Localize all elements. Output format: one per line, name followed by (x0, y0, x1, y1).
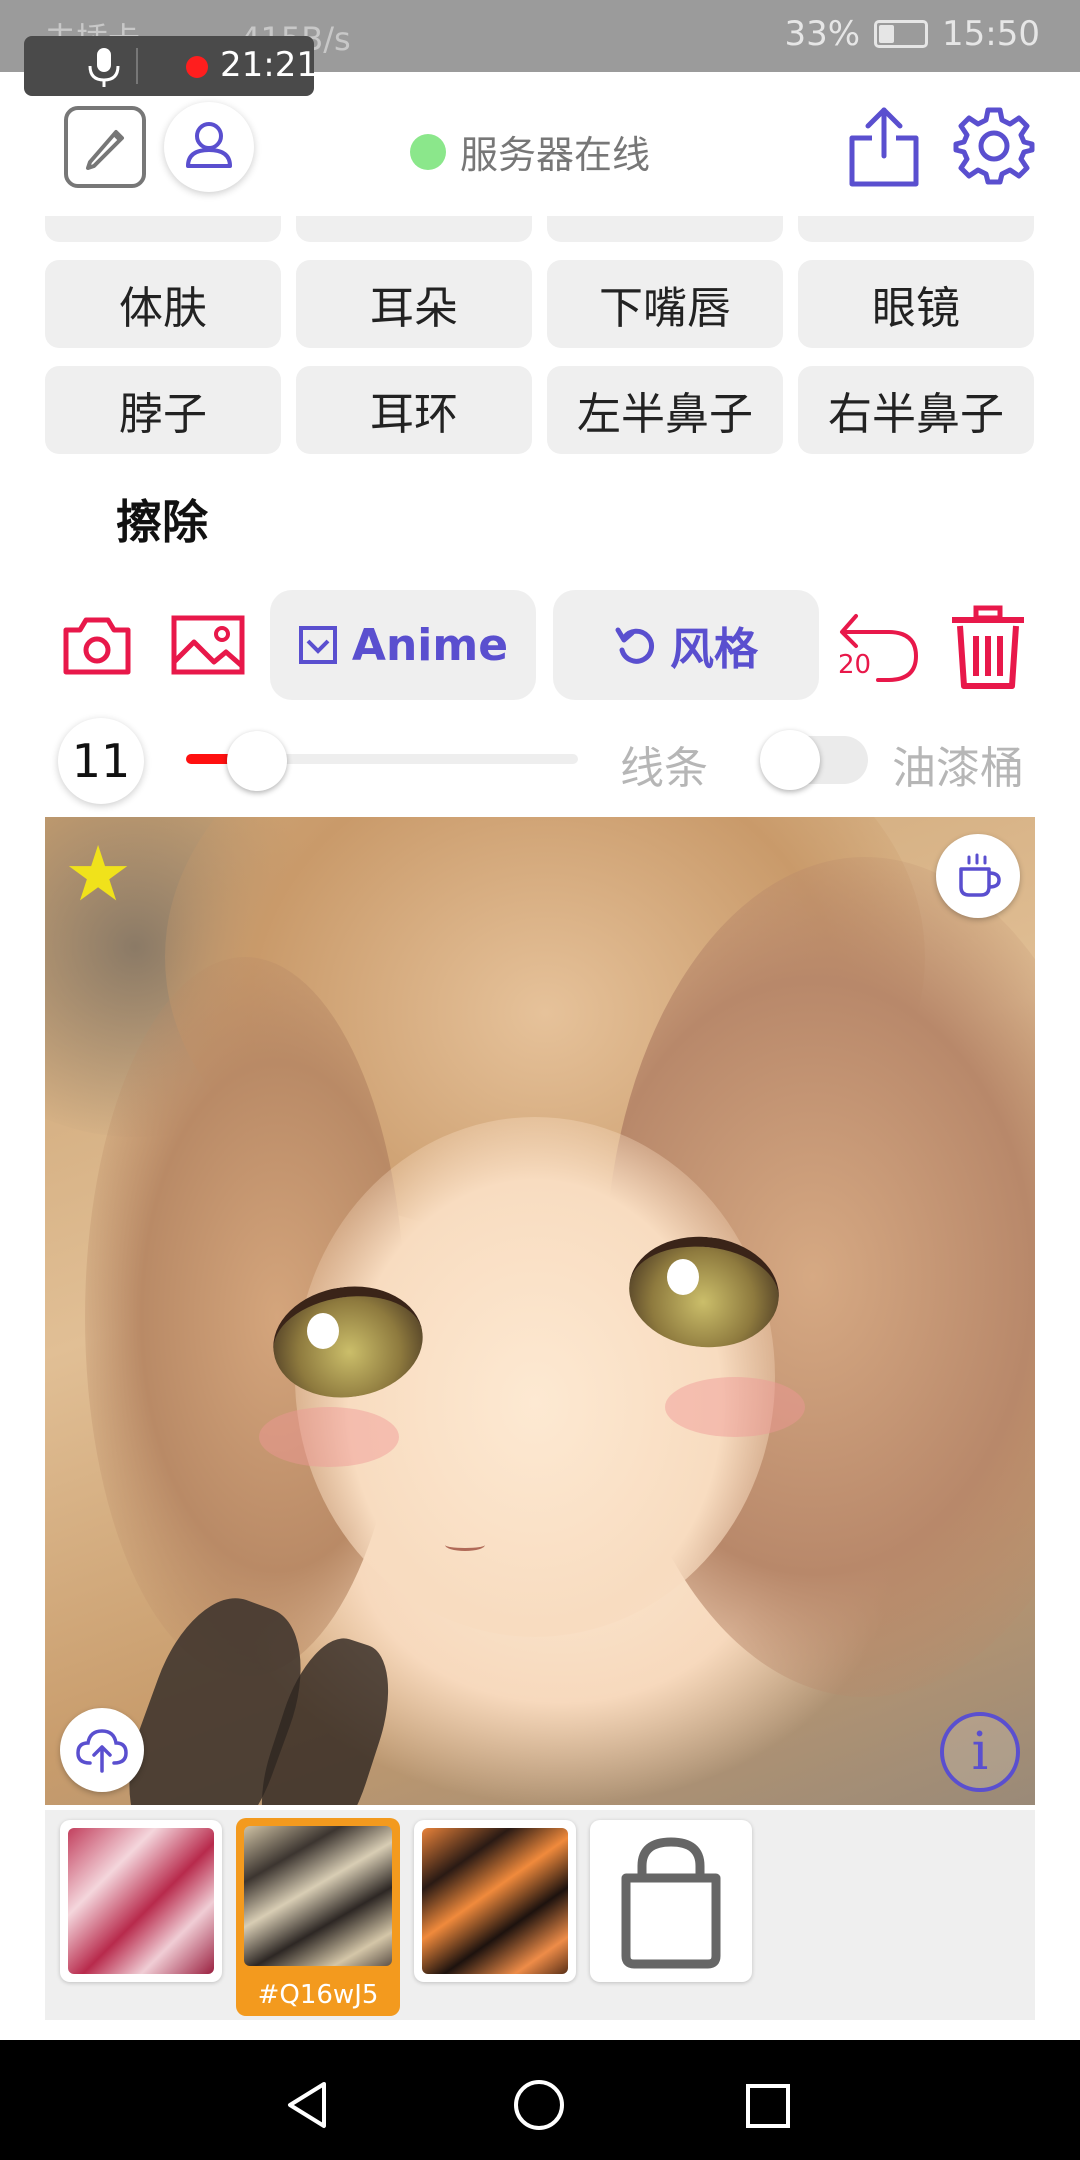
style-label: 风格 (670, 624, 758, 675)
lines-label: 线条 (620, 743, 708, 794)
recording-indicator[interactable]: 21:21 (24, 36, 318, 96)
chip-left-nose[interactable]: 左半鼻子 (547, 366, 783, 454)
coffee-icon (959, 853, 1001, 897)
record-dot-icon (186, 56, 208, 78)
chip-skin[interactable]: 体肤 (45, 260, 281, 348)
style-thumbnail-1[interactable] (60, 1820, 222, 1982)
camera-icon[interactable] (62, 614, 132, 676)
gear-icon[interactable] (952, 104, 1036, 188)
style-button[interactable]: 风格 (553, 590, 819, 700)
online-dot-icon (410, 133, 446, 170)
status-right: 33% 15:50 (784, 14, 1040, 54)
chip-lower-lip[interactable]: 下嘴唇 (547, 260, 783, 348)
bucket-label: 油漆桶 (892, 743, 1024, 794)
battery-percent: 33% (784, 14, 861, 54)
erase-button[interactable]: 擦除 (116, 486, 208, 552)
coffee-button[interactable] (936, 834, 1020, 918)
store-thumbnail[interactable] (590, 1820, 752, 1982)
trash-icon[interactable] (948, 604, 1028, 690)
selected-style-label: #Q16wJ5 (257, 1980, 379, 2010)
edit-button[interactable] (64, 106, 146, 188)
brush-size-indicator: 11 (58, 718, 144, 804)
chip-right-nose[interactable]: 右半鼻子 (798, 366, 1034, 454)
navigation-bar (0, 2040, 1080, 2160)
brush-size-slider-thumb[interactable] (227, 731, 287, 791)
battery-icon (874, 20, 929, 48)
favorite-star-icon[interactable]: ★ (64, 836, 132, 912)
clock: 15:50 (942, 14, 1040, 54)
info-button[interactable]: i (940, 1712, 1020, 1792)
style-thumbnail-3[interactable] (414, 1820, 576, 1982)
back-icon[interactable] (284, 2080, 330, 2130)
info-icon: i (971, 1722, 989, 1782)
recording-time: 21:21 (220, 45, 318, 85)
undo-count: 20 (838, 650, 872, 680)
edit-icon (86, 130, 124, 170)
divider (136, 48, 138, 84)
chip-neck[interactable]: 脖子 (45, 366, 281, 454)
user-button[interactable] (164, 102, 254, 192)
battery-fill (879, 25, 895, 43)
bucket-toggle-knob[interactable] (760, 730, 820, 790)
server-status-text: 服务器在线 (460, 133, 651, 177)
chip-row-clipped (45, 216, 1035, 246)
chip-earrings[interactable]: 耳环 (296, 366, 532, 454)
server-status: 服务器在线 (410, 124, 650, 179)
chip-ears[interactable]: 耳朵 (296, 260, 532, 348)
drawing-canvas[interactable] (45, 817, 1035, 1805)
bag-icon (621, 1837, 721, 1969)
home-icon[interactable] (512, 2078, 566, 2132)
chip-glasses[interactable]: 眼镜 (798, 260, 1034, 348)
upload-button[interactable] (60, 1708, 144, 1792)
anime-button[interactable]: Anime (270, 590, 536, 700)
refresh-icon (615, 627, 655, 664)
mic-icon (88, 48, 120, 87)
cloud-upload-icon (76, 1729, 128, 1773)
recent-apps-icon[interactable] (744, 2082, 792, 2130)
gallery-icon[interactable] (170, 614, 246, 676)
checkbox-icon (298, 626, 337, 664)
anime-label: Anime (351, 619, 509, 671)
undo-button[interactable]: 20 (836, 606, 920, 690)
share-icon[interactable] (846, 104, 922, 188)
style-thumbnail-selected[interactable]: #Q16wJ5 (236, 1818, 400, 2016)
user-icon (186, 122, 232, 168)
